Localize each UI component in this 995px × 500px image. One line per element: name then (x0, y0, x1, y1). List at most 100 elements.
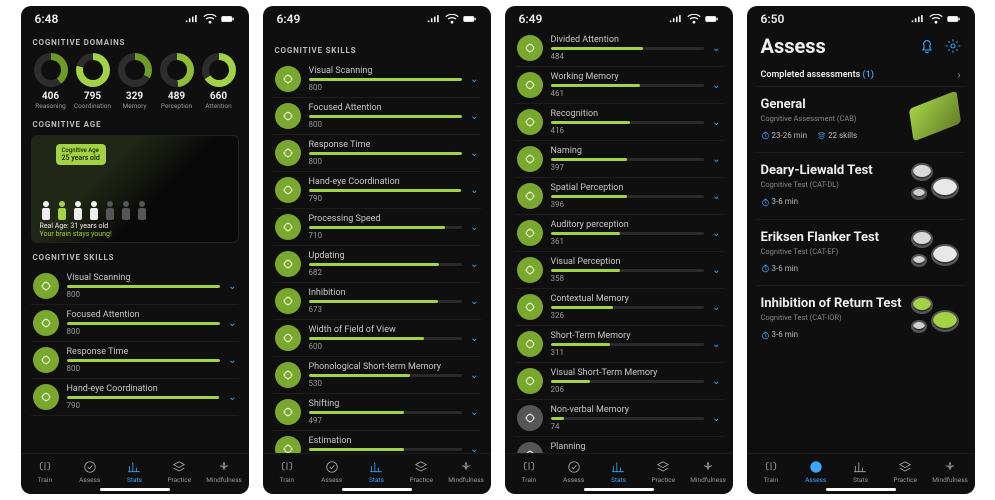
skill-row[interactable]: Divided Attention 484 ⌄ (515, 30, 723, 67)
skill-row[interactable]: Phonological Short-term Memory 530 ⌄ (273, 357, 481, 394)
tab-stats[interactable]: Stats (113, 460, 155, 484)
bell-icon[interactable] (919, 38, 935, 54)
skill-row[interactable]: Visual Scanning 800 ⌄ (31, 268, 239, 305)
statusbar-time: 6:49 (277, 12, 301, 26)
skill-row[interactable]: Processing Speed 710 ⌄ (273, 209, 481, 246)
tab-assess[interactable]: Assess (69, 460, 111, 484)
tab-mindfulness[interactable]: Mindfulness (445, 460, 487, 484)
tab-label: Stats (853, 476, 868, 484)
skill-row[interactable]: Contextual Memory 326 ⌄ (515, 289, 723, 326)
tab-label: Mindfulness (206, 476, 242, 484)
skill-row[interactable]: Short-Term Memory 311 ⌄ (515, 326, 723, 363)
skill-row[interactable]: Visual Scanning 800 ⌄ (273, 61, 481, 98)
tab-stats[interactable]: Stats (355, 460, 397, 484)
domain-perception[interactable]: 489 Perception (157, 53, 197, 110)
assessment-title: General (761, 97, 961, 112)
tab-label: Train (764, 476, 778, 484)
tab-mindfulness[interactable]: Mindfulness (929, 460, 971, 484)
skill-row[interactable]: Width of Field of View 600 ⌄ (273, 320, 481, 357)
skill-row[interactable]: Non-verbal Memory 74 ⌄ (515, 400, 723, 437)
age-bubble-value: 25 years old (62, 154, 100, 162)
chevron-down-icon: ⌄ (228, 281, 236, 292)
tab-practice[interactable]: Practice (158, 460, 200, 484)
tab-stats[interactable]: Stats (839, 460, 881, 484)
home-indicator[interactable] (100, 488, 170, 491)
home-indicator[interactable] (342, 488, 412, 491)
skill-bar (309, 189, 463, 192)
domain-coordination[interactable]: 795 Coordination (73, 53, 113, 110)
completed-label: Completed assessments (761, 70, 861, 80)
skill-bar (551, 343, 705, 346)
skill-icon (275, 177, 301, 203)
tab-practice[interactable]: Practice (642, 460, 684, 484)
tab-assess[interactable]: Assess (795, 460, 837, 484)
skill-name: Visual Short-Term Memory (551, 368, 705, 378)
skill-icon (275, 288, 301, 314)
assessment-item[interactable]: Inhibition of Return Test Cognitive Test… (757, 285, 965, 351)
skill-name: Shifting (309, 399, 463, 409)
tab-practice[interactable]: Practice (884, 460, 926, 484)
skill-row[interactable]: Response Time 800 ⌄ (31, 342, 239, 379)
chevron-down-icon: ⌄ (712, 265, 720, 276)
skill-row[interactable]: Focused Attention 800 ⌄ (273, 98, 481, 135)
skill-row[interactable]: Spatial Perception 396 ⌄ (515, 178, 723, 215)
skill-name: Visual Scanning (67, 273, 221, 283)
assessment-item[interactable]: General Cognitive Assessment (CAB) 23-26… (757, 86, 965, 152)
skill-row[interactable]: Hand-eye Coordination 790 ⌄ (31, 379, 239, 416)
tab-stats[interactable]: Stats (597, 460, 639, 484)
tab-mindfulness[interactable]: Mindfulness (687, 460, 729, 484)
tab-train[interactable]: Train (266, 460, 308, 484)
skill-name: Short-Term Memory (551, 331, 705, 341)
chevron-down-icon: ⌄ (712, 154, 720, 165)
skill-row[interactable]: Inhibition 673 ⌄ (273, 283, 481, 320)
tab-assess[interactable]: Assess (553, 460, 595, 484)
skill-row[interactable]: Visual Short-Term Memory 206 ⌄ (515, 363, 723, 400)
assessment-subtitle: Cognitive Test (CAT-IOR) (761, 313, 961, 322)
skill-icon (517, 146, 543, 172)
skill-row[interactable]: Response Time 800 ⌄ (273, 135, 481, 172)
gear-icon[interactable] (945, 38, 961, 54)
skill-row[interactable]: Focused Attention 800 ⌄ (31, 305, 239, 342)
cognitive-age-card[interactable]: Cognitive Age 25 years old Real Age: 31 … (31, 135, 239, 243)
tab-practice[interactable]: Practice (400, 460, 442, 484)
skill-bar (551, 306, 705, 309)
skill-row[interactable]: Hand-eye Coordination 790 ⌄ (273, 172, 481, 209)
chevron-right-icon: › (957, 70, 960, 81)
home-indicator[interactable] (826, 488, 896, 491)
skill-row[interactable]: Updating 682 ⌄ (273, 246, 481, 283)
tab-mindfulness[interactable]: Mindfulness (203, 460, 245, 484)
assessment-subtitle: Cognitive Assessment (CAB) (761, 114, 961, 123)
phone-screen-2: 6:49 COGNITIVE SKILLS Visual Scanning 80… (263, 6, 491, 494)
domain-reasoning[interactable]: 406 Reasoning (31, 53, 71, 110)
skills-list-3: Divided Attention 484 ⌄ Working Memory 4… (515, 30, 723, 453)
skill-row[interactable]: Working Memory 461 ⌄ (515, 67, 723, 104)
skill-icon (517, 331, 543, 357)
tab-label: Mindfulness (690, 476, 726, 484)
domain-memory[interactable]: 329 Memory (115, 53, 155, 110)
skill-row[interactable]: Auditory perception 361 ⌄ (515, 215, 723, 252)
tab-label: Train (280, 476, 294, 484)
statusbar-right (427, 14, 477, 24)
skill-row[interactable]: Recognition 416 ⌄ (515, 104, 723, 141)
phone-screen-4: 6:50 Assess Completed assessments (1) › … (747, 6, 975, 494)
assessment-item[interactable]: Eriksen Flanker Test Cognitive Test (CAT… (757, 219, 965, 285)
skill-row[interactable]: Planning 12 ⌄ (515, 437, 723, 453)
tab-train[interactable]: Train (24, 460, 66, 484)
skill-name: Naming (551, 146, 705, 156)
assessment-item[interactable]: Deary-Liewald Test Cognitive Test (CAT-D… (757, 152, 965, 218)
tab-train[interactable]: Train (750, 460, 792, 484)
wifi-icon (203, 14, 217, 24)
tab-assess[interactable]: Assess (311, 460, 353, 484)
domain-attention[interactable]: 660 Attention (199, 53, 239, 110)
skill-row[interactable]: Naming 397 ⌄ (515, 141, 723, 178)
skill-row[interactable]: Visual Perception 358 ⌄ (515, 252, 723, 289)
skill-row[interactable]: Estimation 494 ⌄ (273, 431, 481, 453)
home-indicator[interactable] (584, 488, 654, 491)
skill-score: 497 (309, 416, 463, 425)
tab-label: Practice (409, 476, 433, 484)
completed-assessments-row[interactable]: Completed assessments (1) › (761, 70, 961, 80)
skill-icon (275, 436, 301, 453)
tab-train[interactable]: Train (508, 460, 550, 484)
skill-row[interactable]: Shifting 497 ⌄ (273, 394, 481, 431)
phone-screen-3: 6:49 Divided Attention 484 ⌄ Working Mem… (505, 6, 733, 494)
